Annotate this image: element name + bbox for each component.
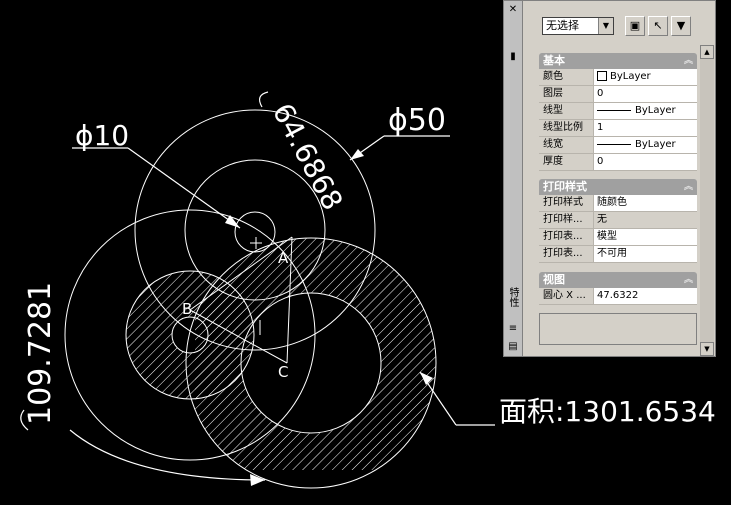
property-value-linetype-scale[interactable]: 1 [593,120,697,137]
property-row-plot-table-type[interactable]: 打印表... 不可用 [539,246,697,263]
property-row-color[interactable]: 颜色 ByLayer [539,69,697,86]
property-row-center-x[interactable]: 圆心 X ... 47.6322 [539,288,697,305]
section-print-style-title: 打印样式 [543,180,587,193]
palette-body: 无选择 ▼ ▣ ↖ ▼ 基本 ︽ 颜色 ByLayer 图层 0 线型 ByLayer… [523,1,716,356]
property-row-plot-table-attached[interactable]: 打印表... 模型 [539,229,697,246]
property-row-plot-style[interactable]: 打印样式 随颜色 [539,195,697,212]
property-key: 图层 [539,86,593,103]
property-value-plot-table-attached[interactable]: 模型 [593,229,697,246]
properties-palette: ✕ ▮ 特性 ≡ ▤ 无选择 ▼ ▣ ↖ ▼ 基本 ︽ 颜色 ByLayer 图层… [503,0,716,357]
property-key: 打印表... [539,246,593,263]
property-row-lineweight[interactable]: 线宽 ByLayer [539,137,697,154]
property-key: 线型比例 [539,120,593,137]
collapse-icon[interactable]: ︽ [684,272,693,288]
property-value-plot-style-table[interactable]: 无 [593,212,697,229]
property-row-plot-style-table[interactable]: 打印样... 无 [539,212,697,229]
point-c-label: C [278,363,288,381]
selection-dropdown-value: 无选择 [546,19,579,32]
property-key: 颜色 [539,69,593,86]
autohide-icon[interactable]: ▮ [507,51,519,63]
palette-menu-icon[interactable]: ▤ [507,341,519,353]
property-value-center-x[interactable]: 47.6322 [593,288,697,305]
property-value-lineweight[interactable]: ByLayer [593,137,697,154]
circle-right-inner [240,292,382,434]
close-icon[interactable]: ✕ [507,4,519,16]
select-objects-button[interactable]: ↖ [648,16,668,36]
quick-select-button[interactable]: ▼ [671,16,691,36]
collapse-icon[interactable]: ︽ [684,53,693,69]
property-value-plot-table-type[interactable]: 不可用 [593,246,697,263]
property-key: 线型 [539,103,593,120]
property-value-color[interactable]: ByLayer [593,69,697,86]
property-row-layer[interactable]: 图层 0 [539,86,697,103]
toggle-pickadd-button[interactable]: ▣ [625,16,645,36]
description-panel [539,313,697,345]
point-a-label: A [278,249,289,267]
palette-properties-icon[interactable]: ≡ [507,323,519,335]
section-view-header[interactable]: 视图 ︽ [539,272,697,288]
chevron-down-icon[interactable]: ▼ [598,18,613,34]
property-key: 线宽 [539,137,593,154]
circle-center-small [234,211,276,253]
pickadd-icon: ▣ [629,19,641,32]
property-row-linetype[interactable]: 线型 ByLayer [539,103,697,120]
scroll-up-icon[interactable]: ▲ [700,45,714,59]
property-key: 打印样式 [539,195,593,212]
section-basic-title: 基本 [543,54,565,67]
property-key: 圆心 X ... [539,288,593,305]
scroll-down-icon[interactable]: ▼ [700,342,714,356]
area-label: 面积:1301.6534 [499,395,716,428]
dim-arc-top: 64.6868 [266,98,350,216]
section-print-style-header[interactable]: 打印样式 ︽ [539,179,697,195]
property-value-thickness[interactable]: 0 [593,154,697,171]
palette-title-strip[interactable]: ✕ ▮ 特性 ≡ ▤ [504,1,523,356]
property-row-linetype-scale[interactable]: 线型比例 1 [539,120,697,137]
dim-diameter-small: ϕ10 [75,119,129,152]
property-key: 厚度 [539,154,593,171]
dim-arc-left: 109.7281 [23,282,58,425]
filter-icon: ▼ [676,19,686,32]
property-key: 打印表... [539,229,593,246]
section-view-title: 视图 [543,273,565,286]
property-key: 打印样... [539,212,593,229]
property-row-thickness[interactable]: 厚度 0 [539,154,697,171]
section-print-style: 打印样式 ︽ 打印样式 随颜色 打印样... 无 打印表... 模型 打印表... 不可… [539,179,697,263]
palette-title: 特性 [507,287,518,307]
palette-scrollbar[interactable]: ▲ ▼ [700,45,714,356]
property-value-layer[interactable]: 0 [593,86,697,103]
collapse-icon[interactable]: ︽ [684,179,693,195]
section-basic-header[interactable]: 基本 ︽ [539,53,697,69]
section-basic: 基本 ︽ 颜色 ByLayer 图层 0 线型 ByLayer 线型比例 1 线宽 ByL… [539,53,697,171]
selection-dropdown[interactable]: 无选择 ▼ [542,17,614,35]
property-value-linetype[interactable]: ByLayer [593,103,697,120]
section-view: 视图 ︽ 圆心 X ... 47.6322 [539,272,697,305]
dim-diameter-large: ϕ50 [388,103,446,138]
property-value-plot-style[interactable]: 随颜色 [593,195,697,212]
point-b-label: B [182,300,192,318]
property-value-text: ByLayer [610,71,651,82]
color-swatch-icon [597,71,607,81]
select-cursor-icon: ↖ [653,19,663,32]
